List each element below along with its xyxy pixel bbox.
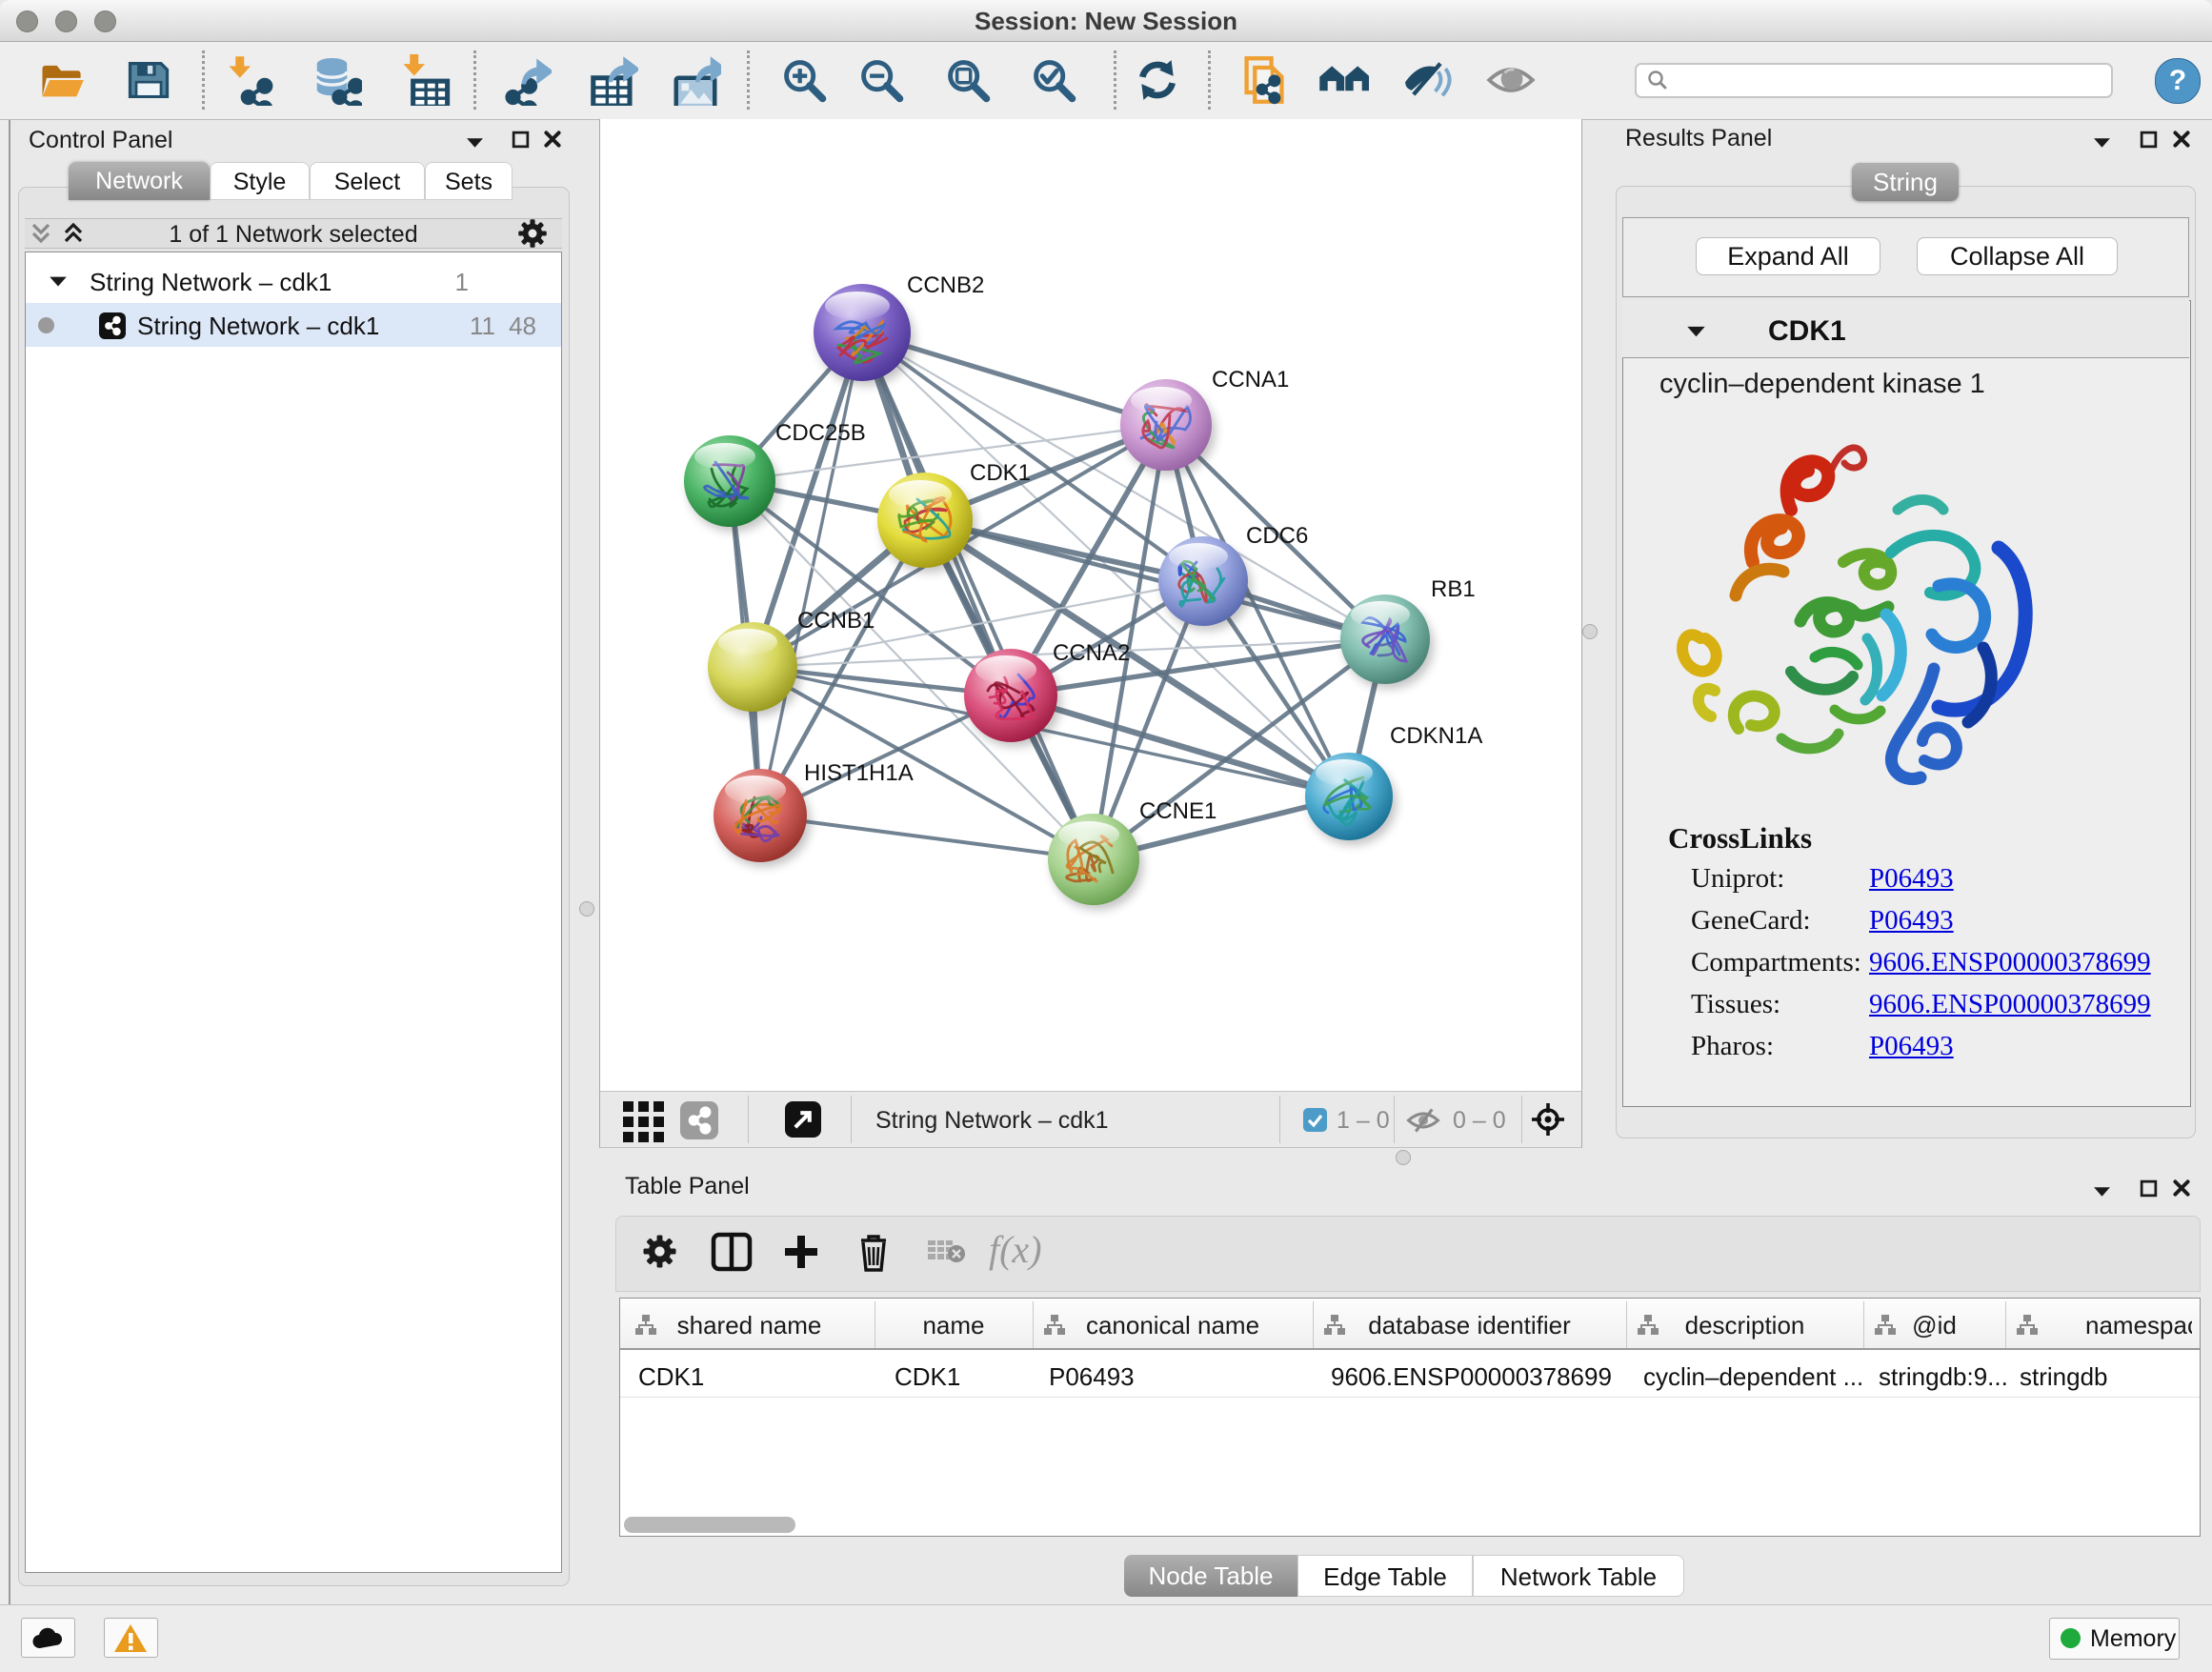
svg-text:CCNE1: CCNE1 bbox=[1139, 798, 1217, 824]
svg-text:CDKN1A: CDKN1A bbox=[1390, 723, 1482, 749]
svg-text:CCNB1: CCNB1 bbox=[797, 608, 875, 634]
svg-text:CDC6: CDC6 bbox=[1246, 523, 1308, 549]
svg-text:CDK1: CDK1 bbox=[970, 460, 1031, 486]
svg-text:CCNA1: CCNA1 bbox=[1212, 367, 1289, 393]
svg-text:HIST1H1A: HIST1H1A bbox=[804, 760, 914, 786]
svg-text:CCNB2: CCNB2 bbox=[907, 272, 984, 298]
svg-text:CCNA2: CCNA2 bbox=[1053, 640, 1130, 666]
svg-text:CDC25B: CDC25B bbox=[775, 420, 866, 446]
svg-text:RB1: RB1 bbox=[1431, 576, 1476, 602]
